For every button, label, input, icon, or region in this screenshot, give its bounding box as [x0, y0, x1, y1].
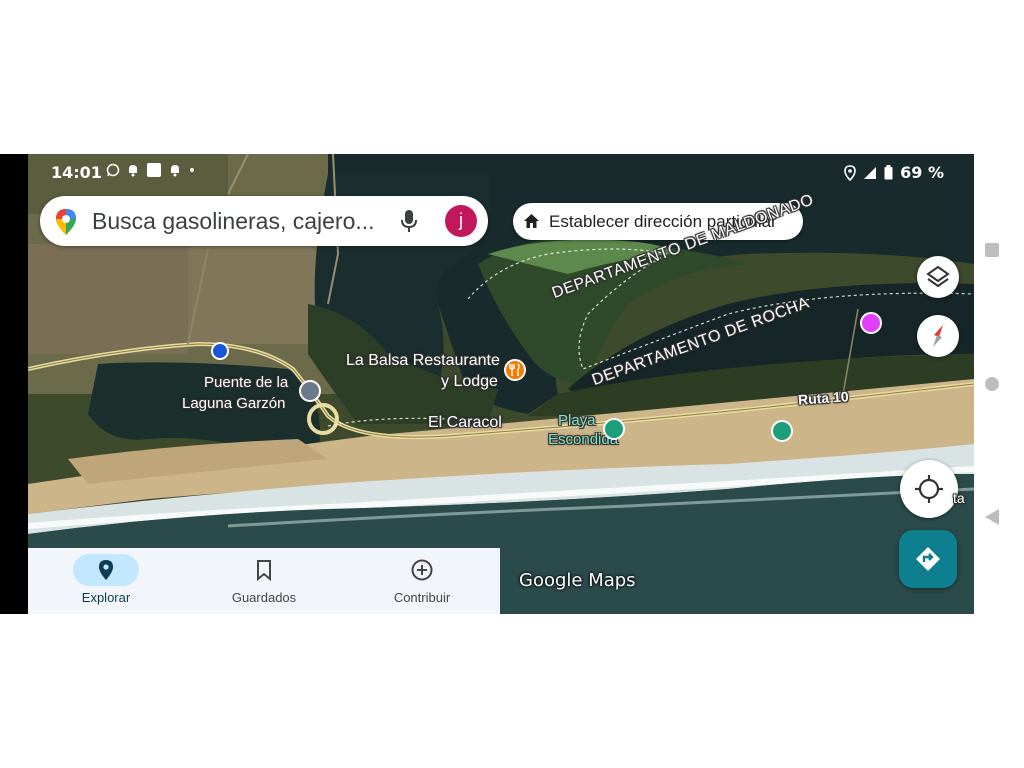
more-dot-icon	[190, 168, 194, 172]
circle-icon	[985, 377, 999, 391]
nav-guardados[interactable]: Guardados	[186, 548, 342, 614]
layers-icon	[926, 265, 950, 288]
partial-label: ta	[953, 490, 965, 506]
park-poi-icon[interactable]	[771, 420, 793, 442]
google-maps-watermark: Google Maps	[519, 570, 636, 591]
restaurant-label-line1[interactable]: La Balsa Restaurante	[346, 352, 500, 370]
restaurant-label-line2[interactable]: y Lodge	[441, 373, 498, 391]
recents-button[interactable]	[984, 242, 1000, 263]
home-icon	[524, 214, 539, 228]
bridge-label-line2[interactable]: Laguna Garzón	[182, 395, 285, 412]
nav-contribuir[interactable]: Contribuir	[344, 548, 500, 614]
back-triangle-icon	[985, 509, 999, 525]
battery-icon	[884, 165, 893, 180]
status-bar: 14:01 69 %	[28, 154, 974, 190]
hotel-poi-icon[interactable]	[860, 312, 882, 334]
layers-button[interactable]	[917, 256, 959, 298]
home-button[interactable]	[984, 376, 1000, 397]
nav-explorar-label: Explorar	[81, 590, 131, 605]
notification-icons	[106, 162, 196, 178]
add-circle-icon	[411, 559, 433, 581]
location-dot	[211, 342, 229, 360]
status-right: 69 %	[844, 163, 944, 182]
microphone-icon[interactable]	[400, 209, 418, 233]
search-input[interactable]: Busca gasolineras, cajero...	[92, 208, 375, 235]
status-time: 14:01	[51, 163, 102, 182]
bell-icon	[129, 165, 137, 177]
phone-screen: 14:01 69 % Busca gasolineras, cajero... …	[0, 154, 974, 614]
crosshair-icon	[915, 475, 943, 503]
place-label-el-caracol[interactable]: El Caracol	[428, 414, 502, 432]
battery-percent: 69 %	[900, 163, 944, 182]
beach-poi-icon[interactable]	[603, 418, 625, 440]
nav-guardados-label: Guardados	[231, 590, 297, 605]
google-maps-logo-icon	[56, 209, 76, 235]
back-button[interactable]	[984, 508, 1000, 531]
bell-icon	[171, 165, 179, 177]
restaurant-poi-icon[interactable]	[504, 359, 526, 381]
app-square-icon	[147, 163, 161, 177]
directions-button[interactable]	[899, 530, 957, 588]
location-pin-icon	[99, 560, 113, 580]
nav-explorar[interactable]: Explorar	[28, 548, 184, 614]
bookmark-icon	[257, 560, 271, 582]
directions-icon	[916, 547, 940, 571]
search-bar[interactable]: Busca gasolineras, cajero... j	[40, 196, 488, 246]
square-icon	[985, 243, 999, 257]
bridge-poi-icon[interactable]	[299, 380, 321, 402]
nav-contribuir-label: Contribuir	[393, 590, 451, 605]
beach-label-line1[interactable]: Playa	[558, 412, 596, 429]
compass-button[interactable]	[917, 315, 959, 357]
compass-icon	[933, 325, 943, 347]
account-avatar[interactable]: j	[445, 205, 477, 237]
signal-icon	[864, 166, 877, 179]
map-view[interactable]: 14:01 69 % Busca gasolineras, cajero... …	[28, 154, 974, 614]
whatsapp-icon	[106, 163, 120, 177]
bottom-navigation: Explorar Guardados Contribuir	[28, 548, 500, 614]
my-location-button[interactable]	[900, 460, 958, 518]
bridge-label-line1[interactable]: Puente de la	[204, 374, 288, 391]
location-icon	[844, 164, 856, 181]
